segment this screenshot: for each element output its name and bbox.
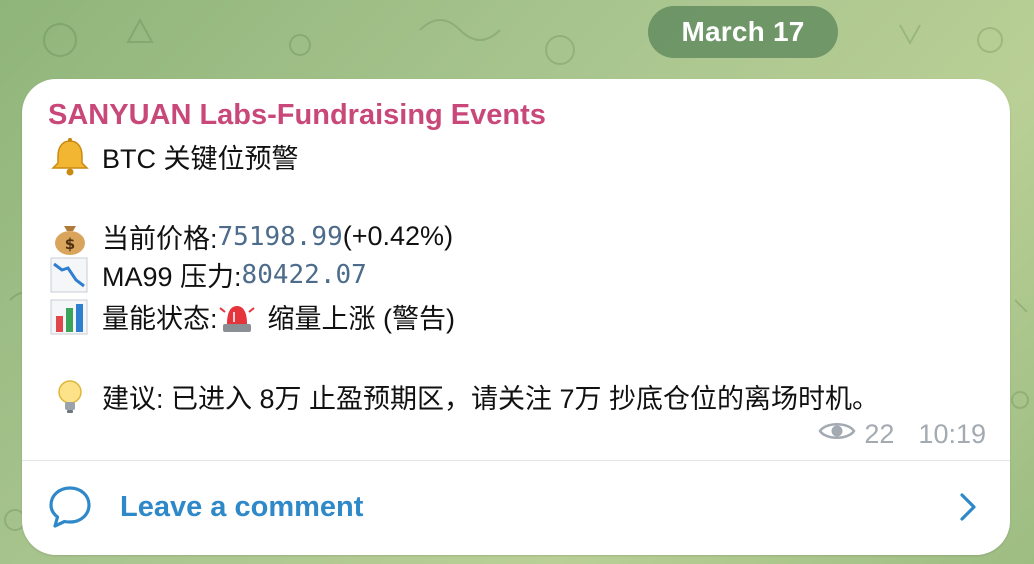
svg-text:$: $	[65, 235, 75, 253]
channel-name[interactable]: SANYUAN Labs-Fundraising Events	[48, 99, 546, 132]
ma-line: MA99 压力: 80422.07	[48, 255, 367, 294]
channel-post-bubble: SANYUAN Labs-Fundraising Events BTC 关键位预…	[22, 79, 1010, 555]
price-label: 当前价格:	[102, 224, 218, 254]
light-bulb-icon	[48, 378, 92, 416]
bar-chart-icon	[48, 298, 92, 336]
ma-value: 80422.07	[241, 259, 367, 290]
post-meta: 22 10:19	[818, 419, 986, 450]
date-separator: March 17	[648, 6, 838, 58]
post-title: BTC 关键位预警	[102, 144, 299, 174]
bell-icon	[48, 137, 92, 176]
chart-decreasing-icon	[48, 256, 92, 294]
post-title-line: BTC 关键位预警	[48, 137, 299, 176]
volume-label: 量能状态:	[102, 304, 218, 334]
advice-line: 建议: 已进入 8万 止盈预期区，请关注 7万 抄底仓位的离场时机。	[48, 377, 879, 416]
chevron-right-icon	[956, 489, 980, 525]
price-change: (+0.42%)	[342, 221, 454, 251]
leave-comment-label: Leave a comment	[120, 491, 364, 523]
post-time: 10:19	[918, 419, 986, 449]
ma-label: MA99 压力:	[102, 262, 242, 292]
eye-icon	[818, 419, 856, 450]
money-bag-icon: $	[48, 218, 92, 256]
volume-status: 缩量上涨 (警告)	[267, 304, 455, 334]
volume-line: 量能状态: 缩量上涨 (警告)	[48, 297, 455, 336]
police-light-icon	[218, 298, 256, 336]
comment-bubble-icon	[46, 483, 94, 531]
leave-comment-button[interactable]: Leave a comment	[22, 461, 1010, 555]
price-line: $ 当前价格: 75198.99 (+0.42%)	[48, 217, 453, 256]
price-value: 75198.99	[217, 221, 343, 252]
advice-text: 建议: 已进入 8万 止盈预期区，请关注 7万 抄底仓位的离场时机。	[102, 384, 880, 414]
view-count: 22	[864, 419, 895, 449]
